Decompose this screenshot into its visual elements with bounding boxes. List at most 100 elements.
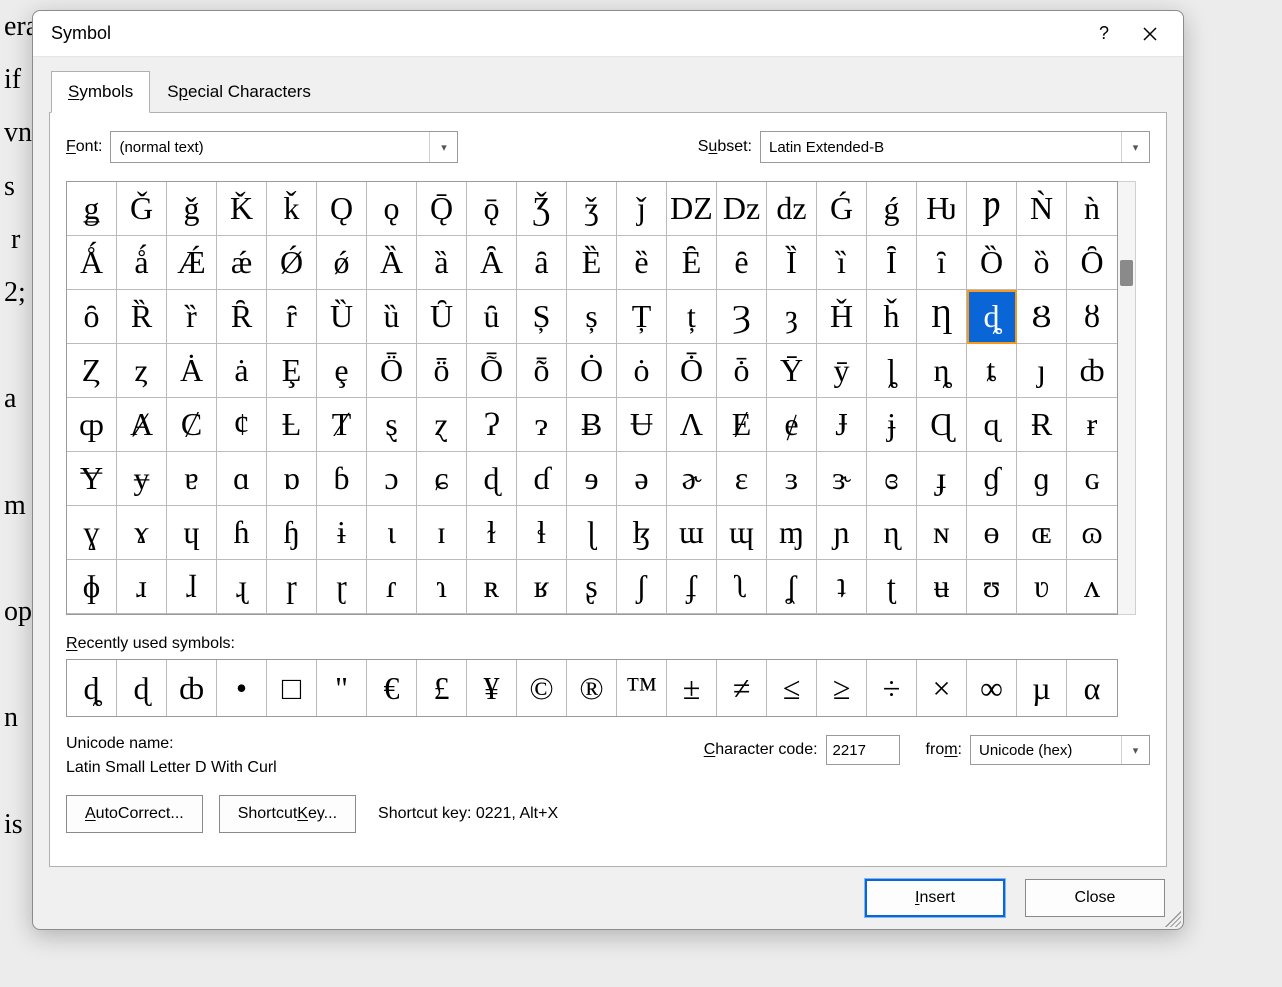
character-code-input[interactable] (826, 735, 900, 765)
subset-combo[interactable]: Latin Extended-B ▾ (760, 131, 1150, 163)
character-cell[interactable]: ɀ (417, 398, 467, 452)
character-cell[interactable]: ɷ (1067, 506, 1117, 560)
character-cell[interactable]: Ȳ (767, 344, 817, 398)
character-cell[interactable]: ǻ (117, 236, 167, 290)
character-cell[interactable]: Ƀ (567, 398, 617, 452)
character-cell[interactable]: ɍ (1067, 398, 1117, 452)
character-cell[interactable]: ʉ (917, 560, 967, 614)
character-cell[interactable]: ʌ (1067, 560, 1117, 614)
character-cell[interactable]: ɬ (517, 506, 567, 560)
character-cell[interactable]: ǥ (67, 182, 117, 236)
character-cell[interactable]: ʀ (467, 560, 517, 614)
tab-symbols[interactable]: Symbols (51, 71, 150, 113)
character-cell[interactable]: ɢ (1067, 452, 1117, 506)
character-cell[interactable]: ȴ (867, 344, 917, 398)
character-cell[interactable]: ɐ (167, 452, 217, 506)
character-cell[interactable]: ɰ (717, 506, 767, 560)
character-cell[interactable]: Ȩ (267, 344, 317, 398)
character-cell[interactable]: ɦ (217, 506, 267, 560)
character-cell[interactable]: ʆ (767, 560, 817, 614)
character-cell[interactable]: ȃ (517, 236, 567, 290)
character-cell[interactable]: ɲ (817, 506, 867, 560)
character-cell[interactable]: ɛ (717, 452, 767, 506)
character-cell[interactable]: Ȫ (367, 344, 417, 398)
character-cell[interactable]: ɒ (267, 452, 317, 506)
recent-character-cell[interactable]: ÷ (867, 660, 917, 716)
recent-character-cell[interactable]: • (217, 660, 267, 716)
character-cell[interactable]: ǵ (867, 182, 917, 236)
recent-character-cell[interactable]: ∞ (967, 660, 1017, 716)
character-cell[interactable]: Ɍ (1017, 398, 1067, 452)
character-cell[interactable]: Ț (617, 290, 667, 344)
character-cell[interactable]: Ƚ (267, 398, 317, 452)
character-cell[interactable]: ɖ (467, 452, 517, 506)
recent-character-cell[interactable]: □ (267, 660, 317, 716)
character-cell[interactable]: Ȣ (1017, 290, 1067, 344)
character-cell[interactable]: ȯ (617, 344, 667, 398)
character-cell[interactable]: Ǯ (517, 182, 567, 236)
character-cell[interactable]: ȣ (1067, 290, 1117, 344)
character-cell[interactable]: Ɉ (817, 398, 867, 452)
character-cell[interactable]: ɞ (867, 452, 917, 506)
character-cell[interactable]: Ʉ (617, 398, 667, 452)
character-cell[interactable]: ʂ (567, 560, 617, 614)
character-cell[interactable]: ȱ (717, 344, 767, 398)
character-cell[interactable]: ǽ (217, 236, 267, 290)
character-cell[interactable]: ɔ (367, 452, 417, 506)
character-cell[interactable]: ɇ (767, 398, 817, 452)
character-cell[interactable]: ʅ (717, 560, 767, 614)
recent-symbols-grid[interactable]: ȡɖȸ•□"€£¥©®™±≠≤≥÷×∞µα (66, 659, 1118, 717)
insert-button[interactable]: Insert (865, 879, 1005, 917)
character-cell[interactable]: ɕ (417, 452, 467, 506)
recent-character-cell[interactable]: ™ (617, 660, 667, 716)
character-cell[interactable]: Ƕ (917, 182, 967, 236)
character-cell[interactable]: Ȑ (117, 290, 167, 344)
character-cell[interactable]: Ȁ (367, 236, 417, 290)
character-cell[interactable]: ǯ (567, 182, 617, 236)
character-cell[interactable]: ȗ (467, 290, 517, 344)
character-cell[interactable]: ȟ (867, 290, 917, 344)
character-cell[interactable]: ɴ (917, 506, 967, 560)
character-cell[interactable]: ɸ (67, 560, 117, 614)
character-cell[interactable]: ȭ (517, 344, 567, 398)
character-cell[interactable]: ȶ (967, 344, 1017, 398)
recent-character-cell[interactable]: ± (667, 660, 717, 716)
character-cell[interactable]: Ȯ (567, 344, 617, 398)
recent-character-cell[interactable]: ɖ (117, 660, 167, 716)
character-cell[interactable]: ɓ (317, 452, 367, 506)
character-cell[interactable]: Ȧ (167, 344, 217, 398)
character-cell[interactable]: ȿ (367, 398, 417, 452)
character-cell[interactable]: ɼ (267, 560, 317, 614)
character-cell[interactable]: Ȕ (317, 290, 367, 344)
character-cell[interactable]: Ɏ (67, 452, 117, 506)
character-cell[interactable]: ǿ (317, 236, 367, 290)
tab-special-characters[interactable]: Special Characters (150, 71, 328, 112)
grid-scrollbar[interactable] (1118, 181, 1136, 615)
character-cell[interactable]: ɠ (967, 452, 1017, 506)
character-cell[interactable]: ʁ (517, 560, 567, 614)
character-cell[interactable]: ȅ (617, 236, 667, 290)
character-cell[interactable]: ɿ (417, 560, 467, 614)
character-cell[interactable]: ɾ (367, 560, 417, 614)
character-cell[interactable]: Ȼ (167, 398, 217, 452)
character-cell[interactable]: Ⱦ (317, 398, 367, 452)
scrollbar-thumb[interactable] (1120, 260, 1133, 286)
character-cell[interactable]: ȫ (417, 344, 467, 398)
character-cell[interactable]: ǫ (367, 182, 417, 236)
character-cell[interactable]: ǧ (167, 182, 217, 236)
character-cell[interactable]: Ȗ (417, 290, 467, 344)
recent-character-cell[interactable]: µ (1017, 660, 1067, 716)
character-cell[interactable]: Ǭ (417, 182, 467, 236)
character-cell[interactable]: ɘ (567, 452, 617, 506)
character-cell[interactable]: ț (667, 290, 717, 344)
character-cell[interactable]: ɟ (917, 452, 967, 506)
recent-character-cell[interactable]: € (367, 660, 417, 716)
character-cell[interactable]: ȕ (367, 290, 417, 344)
character-cell[interactable]: ș (567, 290, 617, 344)
character-cell[interactable]: ɣ (67, 506, 117, 560)
character-cell[interactable]: ǰ (617, 182, 667, 236)
character-cell[interactable]: ɜ (767, 452, 817, 506)
character-cell[interactable]: ɯ (667, 506, 717, 560)
character-cell[interactable]: ɤ (117, 506, 167, 560)
character-cell[interactable]: Ɇ (717, 398, 767, 452)
